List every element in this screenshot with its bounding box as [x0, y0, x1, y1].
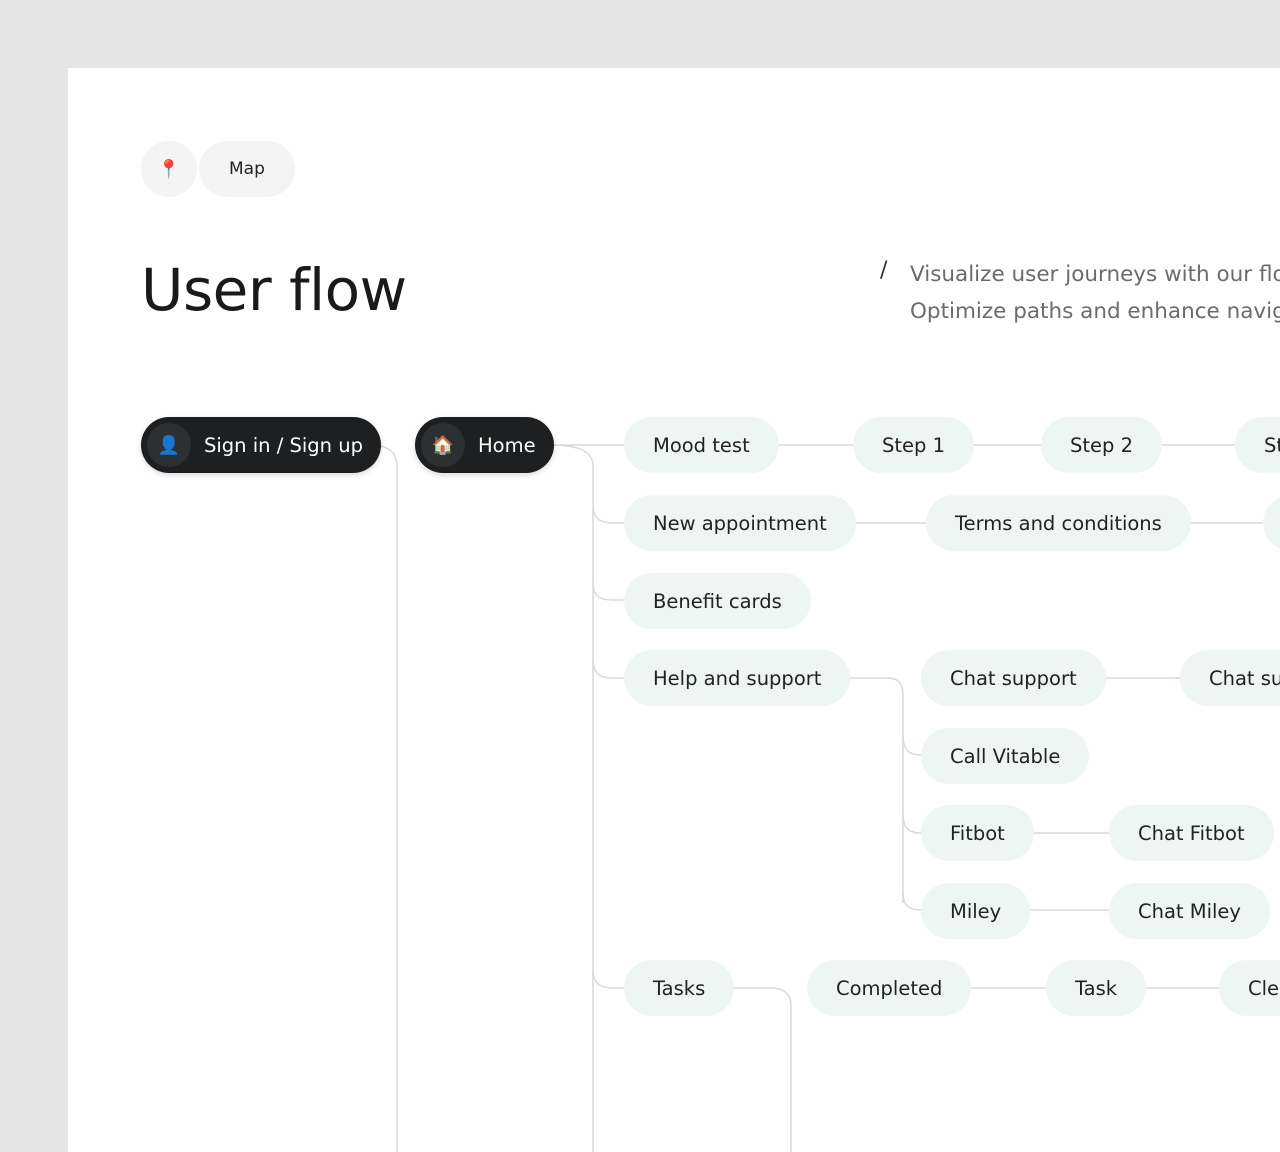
chat-support-node[interactable]: Chat support [921, 650, 1106, 706]
chat-support-next-node[interactable]: Chat su [1180, 650, 1280, 706]
miley-node[interactable]: Miley [921, 883, 1031, 939]
task-node[interactable]: Task [1046, 960, 1147, 1016]
chat-fitbot-node[interactable]: Chat Fitbot [1109, 805, 1274, 861]
benefit-cards-node[interactable]: Benefit cards [624, 573, 811, 629]
fitbot-node[interactable]: Fitbot [921, 805, 1034, 861]
clear-node[interactable]: Cle [1219, 960, 1280, 1016]
step-2-node[interactable]: Step 2 [1041, 417, 1163, 473]
new-appointment-node[interactable]: New appointment [624, 495, 856, 551]
user-flow-card: 📍 Map User flow / Visualize user journey… [68, 68, 1280, 1152]
step-1-node[interactable]: Step 1 [853, 417, 975, 473]
house-icon: 🏠 [421, 423, 465, 467]
home-node[interactable]: 🏠 Home [415, 417, 554, 473]
call-vitable-node[interactable]: Call Vitable [921, 728, 1090, 784]
terms-node[interactable]: Terms and conditions [926, 495, 1191, 551]
user-icon: 👤 [147, 423, 191, 467]
mood-test-node[interactable]: Mood test [624, 417, 779, 473]
tasks-node[interactable]: Tasks [624, 960, 735, 1016]
chat-miley-node[interactable]: Chat Miley [1109, 883, 1270, 939]
sign-in-label: Sign in / Sign up [204, 433, 363, 457]
home-label: Home [478, 433, 536, 457]
sign-in-node[interactable]: 👤 Sign in / Sign up [141, 417, 381, 473]
help-support-node[interactable]: Help and support [624, 650, 851, 706]
completed-node[interactable]: Completed [807, 960, 972, 1016]
